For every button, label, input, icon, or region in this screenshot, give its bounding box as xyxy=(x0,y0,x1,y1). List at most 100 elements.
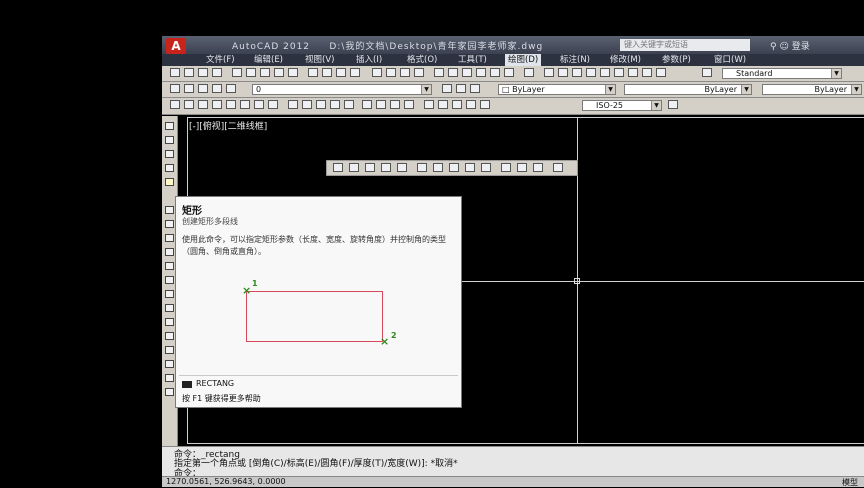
coordinate-readout[interactable]: 1270.0561, 526.9643, 0.0000 xyxy=(166,477,286,486)
make-current-icon[interactable] xyxy=(442,84,452,93)
dim-aligned-icon[interactable] xyxy=(184,100,194,109)
float-tool-5-icon[interactable] xyxy=(397,163,407,172)
menu-edit[interactable]: 编辑(E) xyxy=(254,54,283,66)
open-icon[interactable] xyxy=(184,68,194,77)
float-tool-1-icon[interactable] xyxy=(333,163,343,172)
layer-isolate-icon[interactable] xyxy=(470,84,480,93)
ellipse-icon[interactable] xyxy=(165,262,174,270)
tool-palettes-icon[interactable] xyxy=(462,68,472,77)
zoom-realtime-icon[interactable] xyxy=(386,68,396,77)
float-tool-2-icon[interactable] xyxy=(349,163,359,172)
circle-icon[interactable] xyxy=(165,220,174,228)
revision-cloud-icon[interactable] xyxy=(165,234,174,242)
tolerance-icon[interactable] xyxy=(362,100,372,109)
menu-dimension[interactable]: 标注(N) xyxy=(560,54,590,66)
autocad-logo-icon[interactable]: A xyxy=(166,38,186,54)
jogged-linear-icon[interactable] xyxy=(404,100,414,109)
dim-baseline-icon[interactable] xyxy=(302,100,312,109)
chevron-down-icon[interactable]: ▼ xyxy=(831,69,841,78)
plot-icon[interactable] xyxy=(212,68,222,77)
viewport-control-label[interactable]: [-][俯视][二维线框] xyxy=(189,119,267,132)
zoom-window-icon[interactable] xyxy=(400,68,410,77)
search-input[interactable]: 键入关键字或短语 xyxy=(620,39,750,51)
dim-style-combo[interactable]: ISO-25 ▼ xyxy=(582,100,662,111)
zoom-previous-icon[interactable] xyxy=(414,68,424,77)
float-tool-3-icon[interactable] xyxy=(365,163,375,172)
float-tool-6-icon[interactable] xyxy=(417,163,427,172)
float-tool-8-icon[interactable] xyxy=(449,163,459,172)
dim-linear-icon[interactable] xyxy=(170,100,180,109)
quick-dim-icon[interactable] xyxy=(288,100,298,109)
design-center-icon[interactable] xyxy=(448,68,458,77)
dim-text-edit-icon[interactable] xyxy=(438,100,448,109)
tool-extra-3-icon[interactable] xyxy=(572,68,582,77)
float-tool-13-icon[interactable] xyxy=(533,163,543,172)
dim-edit-icon[interactable] xyxy=(424,100,434,109)
chevron-down-icon[interactable]: ▼ xyxy=(421,85,431,94)
dim-style-icon[interactable] xyxy=(466,100,476,109)
arc-icon[interactable] xyxy=(165,206,174,214)
pan-icon[interactable] xyxy=(372,68,382,77)
lightbulb-icon[interactable] xyxy=(198,84,208,93)
inspection-icon[interactable] xyxy=(390,100,400,109)
dim-space-icon[interactable] xyxy=(330,100,340,109)
menu-window[interactable]: 窗口(W) xyxy=(714,54,746,66)
text-style-icon[interactable] xyxy=(702,68,712,77)
rectangle-icon[interactable] xyxy=(165,178,174,186)
float-tool-4-icon[interactable] xyxy=(381,163,391,172)
color-combo[interactable]: □ ByLayer ▼ xyxy=(498,84,616,95)
user-icon[interactable]: ☺ xyxy=(779,42,788,52)
dim-diameter-icon[interactable] xyxy=(254,100,264,109)
new-icon[interactable] xyxy=(170,68,180,77)
hatch-icon[interactable] xyxy=(165,332,174,340)
construction-line-icon[interactable] xyxy=(165,136,174,144)
menu-draw[interactable]: 绘图(D) xyxy=(505,54,542,66)
undo-icon[interactable] xyxy=(336,68,346,77)
dim-override-icon[interactable] xyxy=(480,100,490,109)
menu-modify[interactable]: 修改(M) xyxy=(610,54,641,66)
layer-manager-icon[interactable] xyxy=(170,84,180,93)
float-tool-9-icon[interactable] xyxy=(465,163,475,172)
block-editor-icon[interactable] xyxy=(322,68,332,77)
float-tool-11-icon[interactable] xyxy=(501,163,511,172)
preview-icon[interactable] xyxy=(232,68,242,77)
model-space-button[interactable]: 模型 xyxy=(842,477,858,488)
tool-extra-2-icon[interactable] xyxy=(558,68,568,77)
tool-extra-4-icon[interactable] xyxy=(586,68,596,77)
dim-jogged-icon[interactable] xyxy=(240,100,250,109)
menu-format[interactable]: 格式(O) xyxy=(407,54,437,66)
chevron-down-icon[interactable]: ▼ xyxy=(741,85,751,94)
properties-icon[interactable] xyxy=(434,68,444,77)
dim-arc-icon[interactable] xyxy=(198,100,208,109)
function-icon[interactable] xyxy=(553,163,563,172)
make-block-icon[interactable] xyxy=(165,304,174,312)
point-icon[interactable] xyxy=(165,318,174,326)
gradient-icon[interactable] xyxy=(165,346,174,354)
table-icon[interactable] xyxy=(165,374,174,382)
binoculars-icon[interactable]: ⚲ xyxy=(770,42,777,52)
publish-icon[interactable] xyxy=(246,68,256,77)
cut-icon[interactable] xyxy=(260,68,270,77)
lock-icon[interactable] xyxy=(226,84,236,93)
spline-icon[interactable] xyxy=(165,248,174,256)
chevron-down-icon[interactable]: ▼ xyxy=(851,85,861,94)
layer-combo[interactable]: 0 ▼ xyxy=(252,84,432,95)
save-icon[interactable] xyxy=(198,68,208,77)
dim-ordinate-icon[interactable] xyxy=(212,100,222,109)
menu-view[interactable]: 视图(V) xyxy=(305,54,334,66)
polyline-icon[interactable] xyxy=(165,150,174,158)
tool-extra-1-icon[interactable] xyxy=(544,68,554,77)
line-icon[interactable] xyxy=(165,122,174,130)
insert-block-icon[interactable] xyxy=(165,290,174,298)
linetype-combo[interactable]: ByLayer ▼ xyxy=(624,84,752,95)
tool-extra-6-icon[interactable] xyxy=(614,68,624,77)
center-mark-icon[interactable] xyxy=(376,100,386,109)
dim-angular-icon[interactable] xyxy=(268,100,278,109)
quickcalc-icon[interactable] xyxy=(504,68,514,77)
polygon-icon[interactable] xyxy=(165,164,174,172)
dim-style-manager-icon[interactable] xyxy=(668,100,678,109)
lineweight-combo[interactable]: ByLayer ▼ xyxy=(762,84,862,95)
tool-extra-9-icon[interactable] xyxy=(656,68,666,77)
command-line-window[interactable]: 命令：_rectang 指定第一个角点或 [倒角(C)/标高(E)/圆角(F)/… xyxy=(162,446,864,479)
dim-radius-icon[interactable] xyxy=(226,100,236,109)
